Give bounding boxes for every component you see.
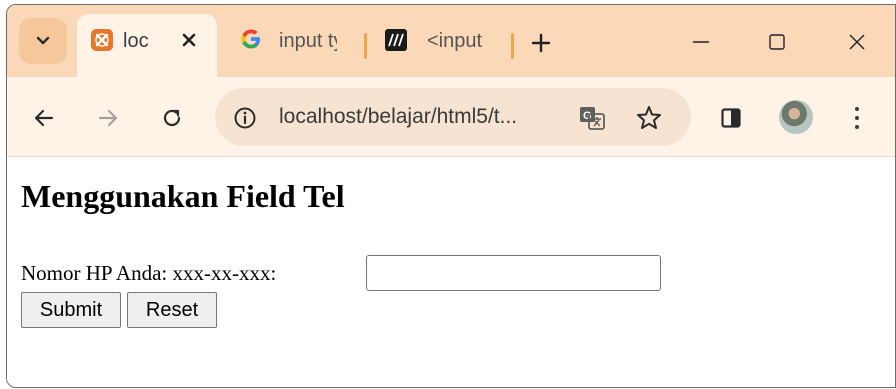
chevron-down-icon: [36, 36, 50, 45]
maximize-button[interactable]: [757, 27, 797, 57]
tab-label: <input: [427, 30, 483, 52]
arrow-right-icon: [98, 109, 118, 127]
reload-icon: [163, 109, 181, 127]
side-panel-icon[interactable]: [721, 108, 741, 128]
forward-button[interactable]: [91, 101, 125, 135]
avatar[interactable]: [779, 100, 813, 134]
tab-label: loc: [123, 30, 149, 52]
page-title: Menggunakan Field Tel: [21, 178, 345, 214]
url-text[interactable]: localhost/belajar/html5/t...: [279, 105, 517, 129]
svg-text:G: G: [583, 110, 592, 122]
reset-button[interactable]: Reset: [127, 292, 217, 328]
close-window-button[interactable]: [837, 27, 877, 57]
submit-button[interactable]: Submit: [21, 292, 121, 328]
tab-close-button[interactable]: [175, 26, 203, 54]
tab-label: input ty: [279, 30, 337, 52]
new-tab-button[interactable]: [527, 29, 555, 57]
translate-icon[interactable]: G: [578, 104, 606, 132]
minimize-icon: [693, 41, 709, 43]
tab-search-button[interactable]: [19, 18, 67, 64]
close-icon: [182, 33, 196, 47]
browser-window: loc input ty <input: [6, 4, 896, 388]
tab-separator: [364, 33, 367, 59]
phone-input[interactable]: [366, 255, 661, 291]
google-icon: [241, 29, 260, 49]
browser-toolbar: localhost/belajar/html5/t... G: [7, 77, 895, 157]
phone-label: Nomor HP Anda: xxx-xx-xxx:: [21, 261, 277, 285]
tab-mdn-input[interactable]: <input: [377, 14, 517, 60]
back-button[interactable]: [27, 101, 61, 135]
reload-button[interactable]: [155, 101, 189, 135]
tab-input-type[interactable]: input ty: [227, 14, 367, 60]
tab-strip: loc input ty <input: [7, 5, 895, 78]
more-menu-icon[interactable]: [847, 101, 867, 135]
tab-separator: [511, 33, 514, 59]
star-icon[interactable]: [635, 104, 663, 132]
arrow-left-icon: [34, 109, 54, 127]
page-content: Menggunakan Field Tel Nomor HP Anda: xxx…: [7, 157, 895, 387]
maximize-icon: [769, 34, 785, 50]
minimize-button[interactable]: [681, 27, 721, 57]
plus-icon: [531, 33, 551, 53]
address-bar[interactable]: localhost/belajar/html5/t... G: [215, 88, 691, 146]
info-icon[interactable]: [233, 106, 257, 130]
close-icon: [849, 34, 865, 50]
tab-localhost[interactable]: loc: [77, 14, 217, 78]
mdn-icon: [385, 29, 407, 51]
xampp-icon: [91, 29, 113, 51]
